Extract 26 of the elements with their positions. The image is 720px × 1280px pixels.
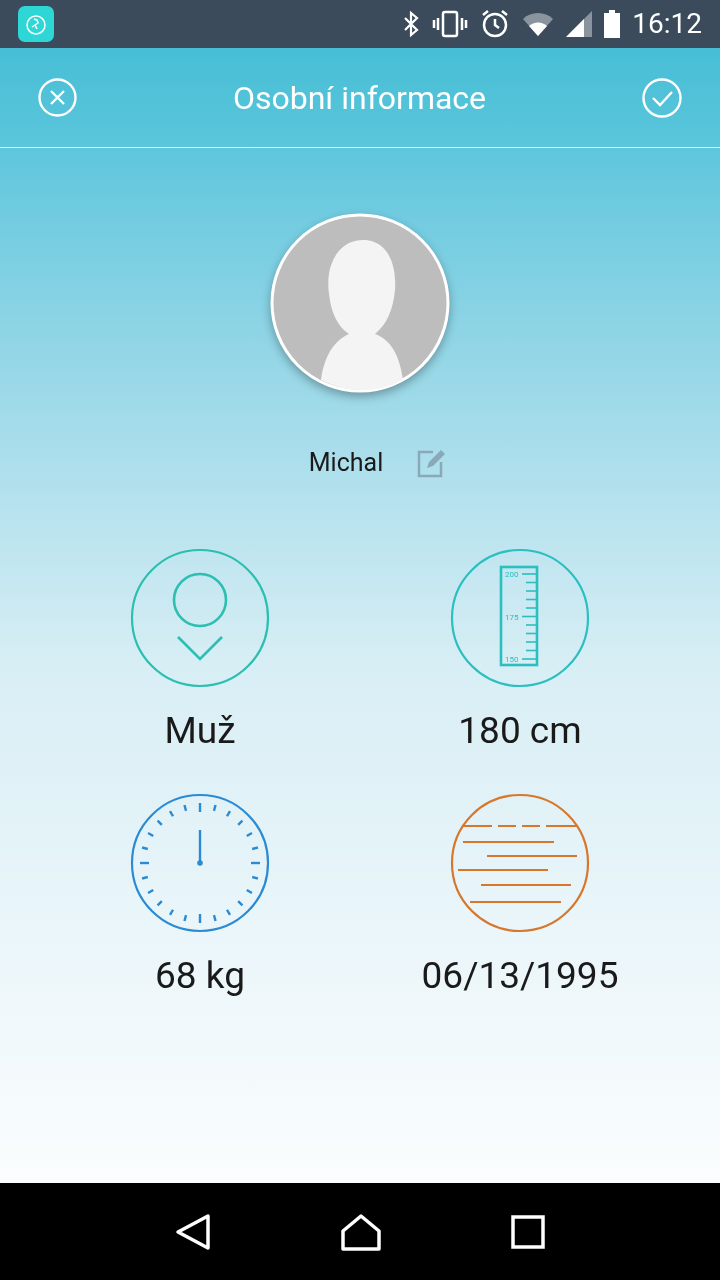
striped-circle-icon[interactable] <box>450 792 590 933</box>
wifi-icon <box>522 11 555 37</box>
header-title: Osobní informace <box>231 77 488 119</box>
confirm-button[interactable] <box>642 77 682 118</box>
recents-icon[interactable] <box>511 1214 546 1249</box>
close-icon <box>38 78 77 117</box>
check-icon <box>642 77 682 118</box>
signal-icon <box>566 11 593 37</box>
stat-value: 180 cm <box>458 708 582 753</box>
stat-value: 68 kg <box>155 953 245 998</box>
home-icon[interactable] <box>340 1212 382 1251</box>
avatar-icon[interactable] <box>269 212 451 394</box>
edit-icon[interactable] <box>415 447 448 478</box>
stat-value: 06/13/1995 <box>421 953 619 998</box>
close-button[interactable] <box>38 78 77 117</box>
vibrate-icon <box>432 10 469 38</box>
bluetooth-icon <box>402 11 421 37</box>
scale-dial-icon[interactable] <box>130 792 270 933</box>
battery-icon <box>604 10 621 38</box>
app-icon[interactable] <box>18 6 54 42</box>
stat-value: Muž <box>164 708 236 753</box>
gender-icon[interactable] <box>130 547 270 688</box>
profile-name: Michal <box>308 447 384 479</box>
ruler-icon[interactable]: 200 175 150 <box>450 547 590 688</box>
back-icon[interactable] <box>174 1212 211 1251</box>
clock-time: 16:12 <box>632 6 702 42</box>
